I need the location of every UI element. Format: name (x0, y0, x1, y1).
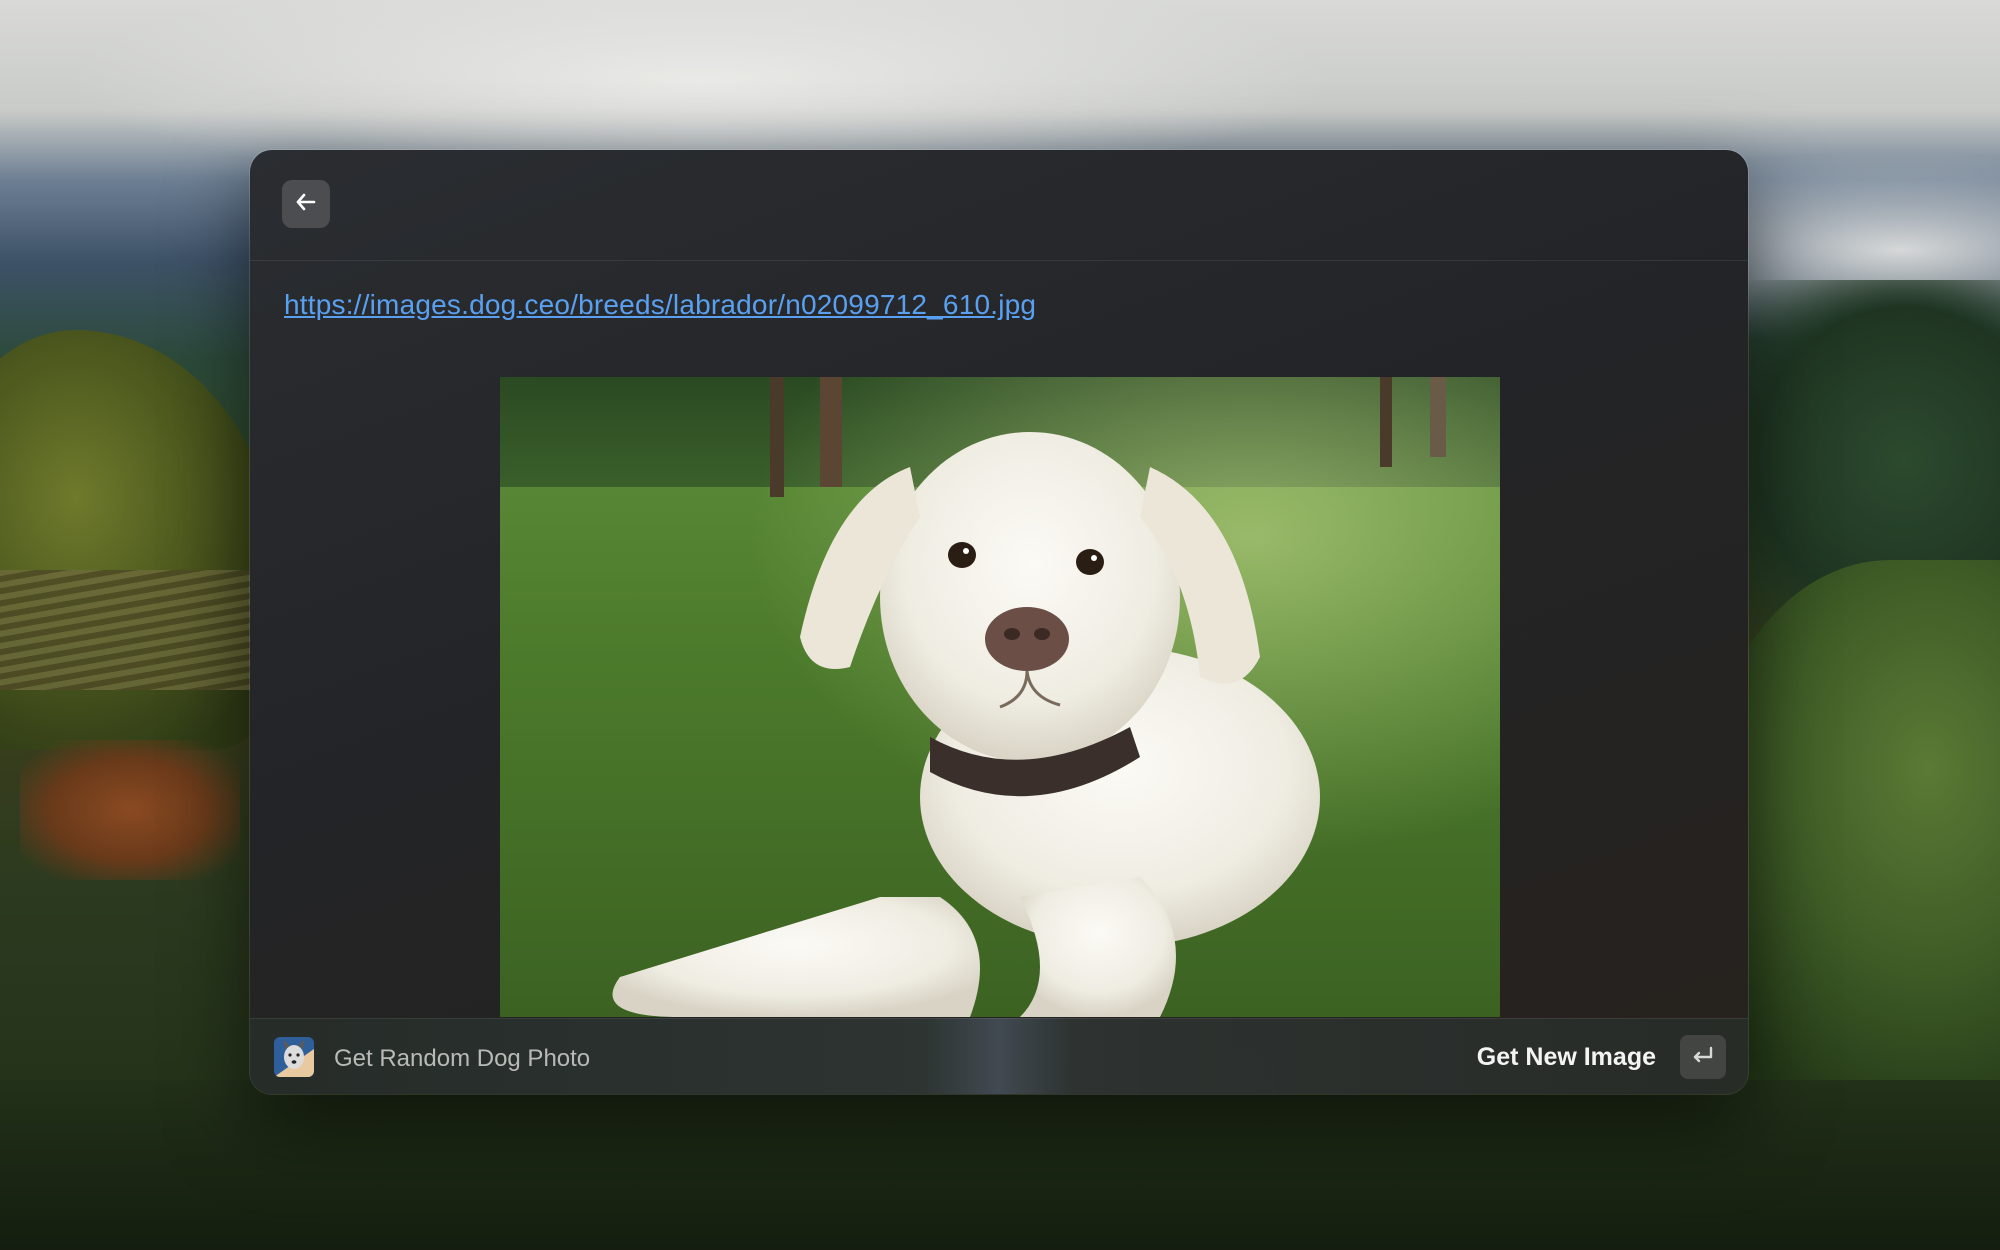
dog-photo (500, 377, 1500, 1017)
dog-icon (274, 1037, 314, 1077)
enter-key-icon (1691, 1045, 1715, 1070)
wallpaper-forest-bottom (0, 1080, 2000, 1250)
image-url-link[interactable]: https://images.dog.ceo/breeds/labrador/n… (284, 289, 1036, 321)
wallpaper-dirt-slope (20, 740, 240, 880)
top-bar (250, 150, 1748, 261)
action-bar: Get Random Dog Photo Get New Image (250, 1018, 1748, 1094)
get-new-image-button[interactable]: Get New Image (1477, 1043, 1656, 1072)
wallpaper-vineyard (0, 570, 250, 690)
arrow-left-icon (294, 190, 318, 219)
launcher-window: https://images.dog.ceo/breeds/labrador/n… (250, 150, 1748, 1094)
enter-shortcut-button[interactable] (1680, 1035, 1726, 1079)
extension-title: Get Random Dog Photo (334, 1045, 591, 1072)
back-button[interactable] (282, 180, 330, 228)
